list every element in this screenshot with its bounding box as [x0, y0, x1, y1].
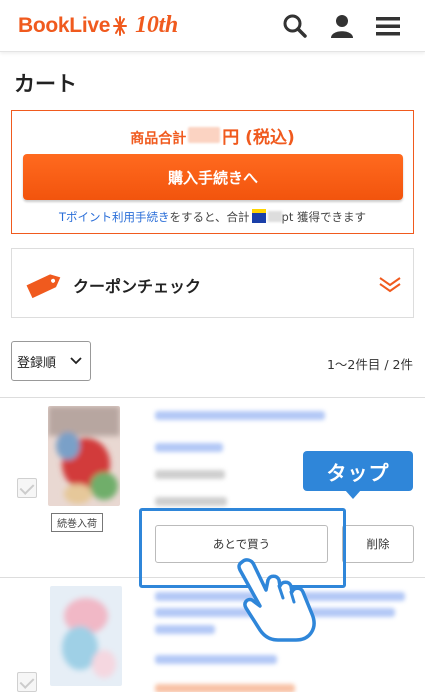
logo-text: BookLive	[18, 13, 111, 37]
search-icon[interactable]	[280, 11, 310, 41]
tpoint-link[interactable]: Tポイント利用手続き	[59, 210, 170, 224]
total-prefix: 商品合計	[130, 131, 187, 147]
app-header: BookLive 10th	[0, 0, 425, 52]
page-title: カート	[14, 72, 77, 96]
tap-tooltip: タップ	[303, 451, 413, 491]
double-chevron-down-icon	[378, 275, 402, 297]
item-meta-redacted	[155, 470, 225, 479]
delete-button[interactable]: 削除	[342, 525, 414, 563]
tpoint-notice: Tポイント利用手続きをすると、合計 pt 獲得できます	[12, 209, 413, 225]
booklive-logo[interactable]: BookLive 10th	[18, 12, 178, 39]
status-badge: 続巻入荷	[51, 513, 103, 532]
tpoint-logo-icon	[251, 209, 266, 223]
pointing-hand-icon	[232, 556, 326, 646]
item-title-redacted[interactable]	[155, 411, 325, 420]
book-cover-image[interactable]	[48, 406, 120, 506]
item-count: 1〜2件目 / 2件	[326, 357, 413, 372]
chevron-down-icon	[70, 355, 82, 370]
checkout-button[interactable]: 購入手続きへ	[23, 154, 403, 200]
item-checkbox[interactable]	[17, 672, 37, 692]
logo-anniversary: 10th	[135, 12, 178, 38]
coupon-tag-icon	[24, 269, 64, 305]
tooltip-tail	[345, 490, 361, 499]
item-checkbox[interactable]	[17, 478, 37, 498]
book-cover-image[interactable]	[50, 586, 122, 686]
cart-total: 商品合計 円 (税込)	[12, 123, 413, 148]
tpoint-mid-text: をすると、合計	[169, 210, 250, 224]
tpoint-suffix-text: pt 獲得できます	[281, 210, 367, 224]
sort-value: 登録順	[17, 355, 57, 371]
item-price-redacted	[155, 497, 227, 506]
total-amount-redacted	[188, 127, 221, 143]
item-title-redacted[interactable]	[155, 625, 215, 634]
coupon-label: クーポンチェック	[73, 277, 202, 296]
sort-select[interactable]: 登録順	[11, 341, 91, 381]
user-icon[interactable]	[327, 11, 357, 41]
tpoint-amount-redacted	[267, 211, 282, 222]
logo-spark-icon	[111, 15, 129, 37]
total-suffix: 円 (税込)	[222, 128, 295, 148]
item-author-redacted[interactable]	[155, 443, 223, 452]
menu-icon[interactable]	[373, 11, 403, 41]
cart-summary: 商品合計 円 (税込) 購入手続きへ Tポイント利用手続きをすると、合計 pt 獲…	[11, 110, 414, 234]
divider	[0, 397, 425, 398]
item-campaign-redacted	[155, 684, 295, 692]
item-author-redacted[interactable]	[155, 655, 277, 664]
coupon-check-toggle[interactable]: クーポンチェック	[11, 248, 414, 318]
